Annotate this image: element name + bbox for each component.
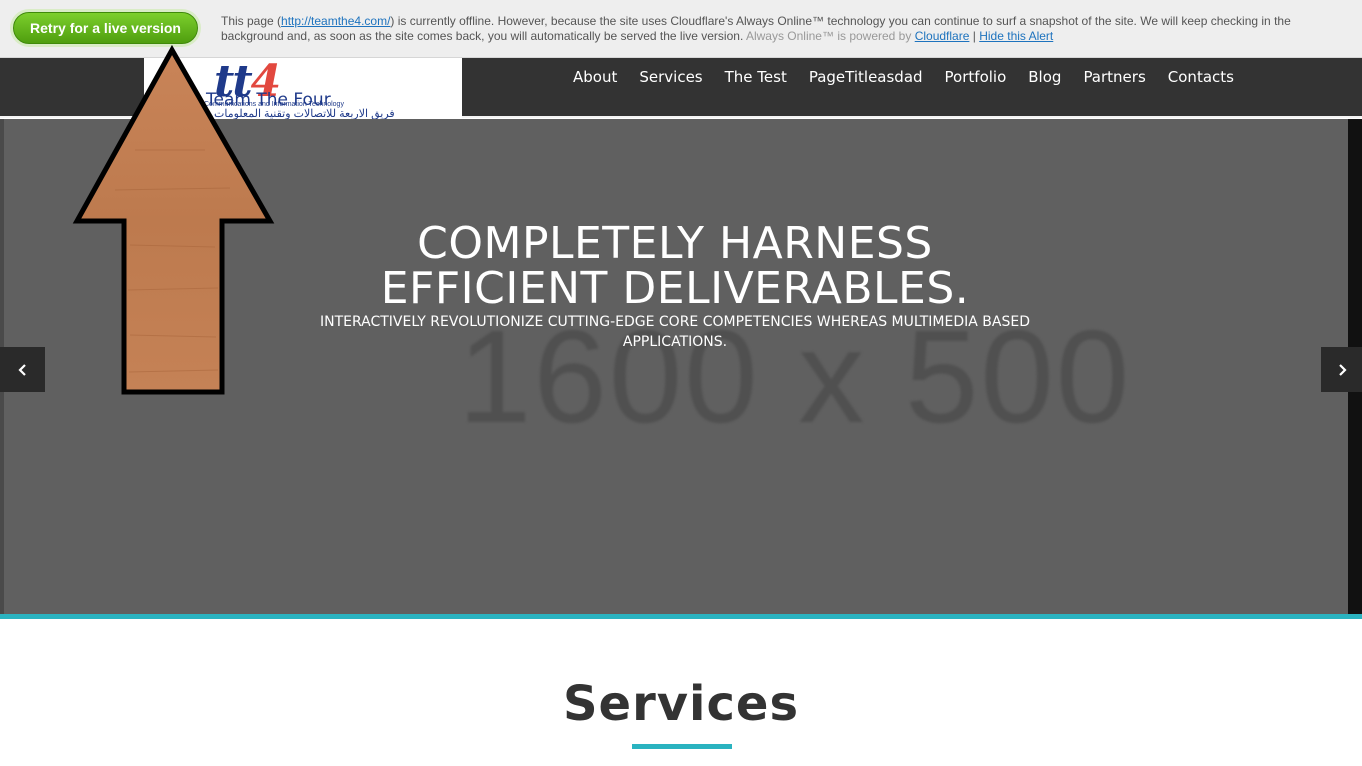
services-heading: Services	[562, 676, 800, 732]
page: Retry for a live version This page (http…	[0, 0, 1362, 766]
nav-item-services[interactable]: Services	[639, 68, 702, 86]
hero-title-line-2: EFFICIENT DELIVERABLES.	[380, 263, 970, 314]
nav-item-the-test[interactable]: The Test	[725, 68, 787, 86]
retry-live-version-button[interactable]: Retry for a live version	[13, 12, 198, 44]
always-online-bar: Retry for a live version This page (http…	[0, 0, 1362, 58]
services-heading-underline	[632, 744, 732, 749]
nav-item-contacts[interactable]: Contacts	[1168, 68, 1234, 86]
offline-message: This page (http://teamthe4.com/) is curr…	[221, 14, 1331, 44]
nav-item-portfolio[interactable]: Portfolio	[945, 68, 1007, 86]
hero-slider: 1600 x 500 COMPLETELY HARNESS EFFICIENT …	[0, 119, 1362, 614]
nav-item-partners[interactable]: Partners	[1083, 68, 1145, 86]
slider-next-button[interactable]	[1321, 347, 1362, 392]
nav-item-about[interactable]: About	[573, 68, 617, 86]
hide-alert-link[interactable]: Hide this Alert	[979, 29, 1053, 43]
nav-menu: About Services The Test PageTitleasdad P…	[562, 58, 1245, 96]
message-prefix: This page (	[221, 14, 282, 28]
cloudflare-link[interactable]: Cloudflare	[915, 29, 970, 43]
hero-bottom-accent-line	[0, 614, 1362, 619]
nav-item-pagetitleasdad[interactable]: PageTitleasdad	[809, 68, 923, 86]
nav-item-blog[interactable]: Blog	[1028, 68, 1061, 86]
site-logo[interactable]: tt4 Team The Four Communications and Inf…	[144, 58, 462, 122]
link-separator: |	[972, 29, 976, 43]
chevron-left-icon	[17, 363, 26, 376]
site-link[interactable]: http://teamthe4.com/	[281, 14, 390, 28]
chevron-right-icon	[1338, 363, 1347, 376]
slider-prev-button[interactable]	[0, 347, 45, 392]
hero-title: COMPLETELY HARNESS EFFICIENT DELIVERABLE…	[300, 221, 1050, 311]
hero-title-line-1: COMPLETELY HARNESS	[417, 218, 933, 269]
hero-subtitle: INTERACTIVELY REVOLUTIONIZE CUTTING-EDGE…	[319, 314, 1030, 350]
powered-by-text: Always Online™ is powered by	[745, 29, 912, 43]
